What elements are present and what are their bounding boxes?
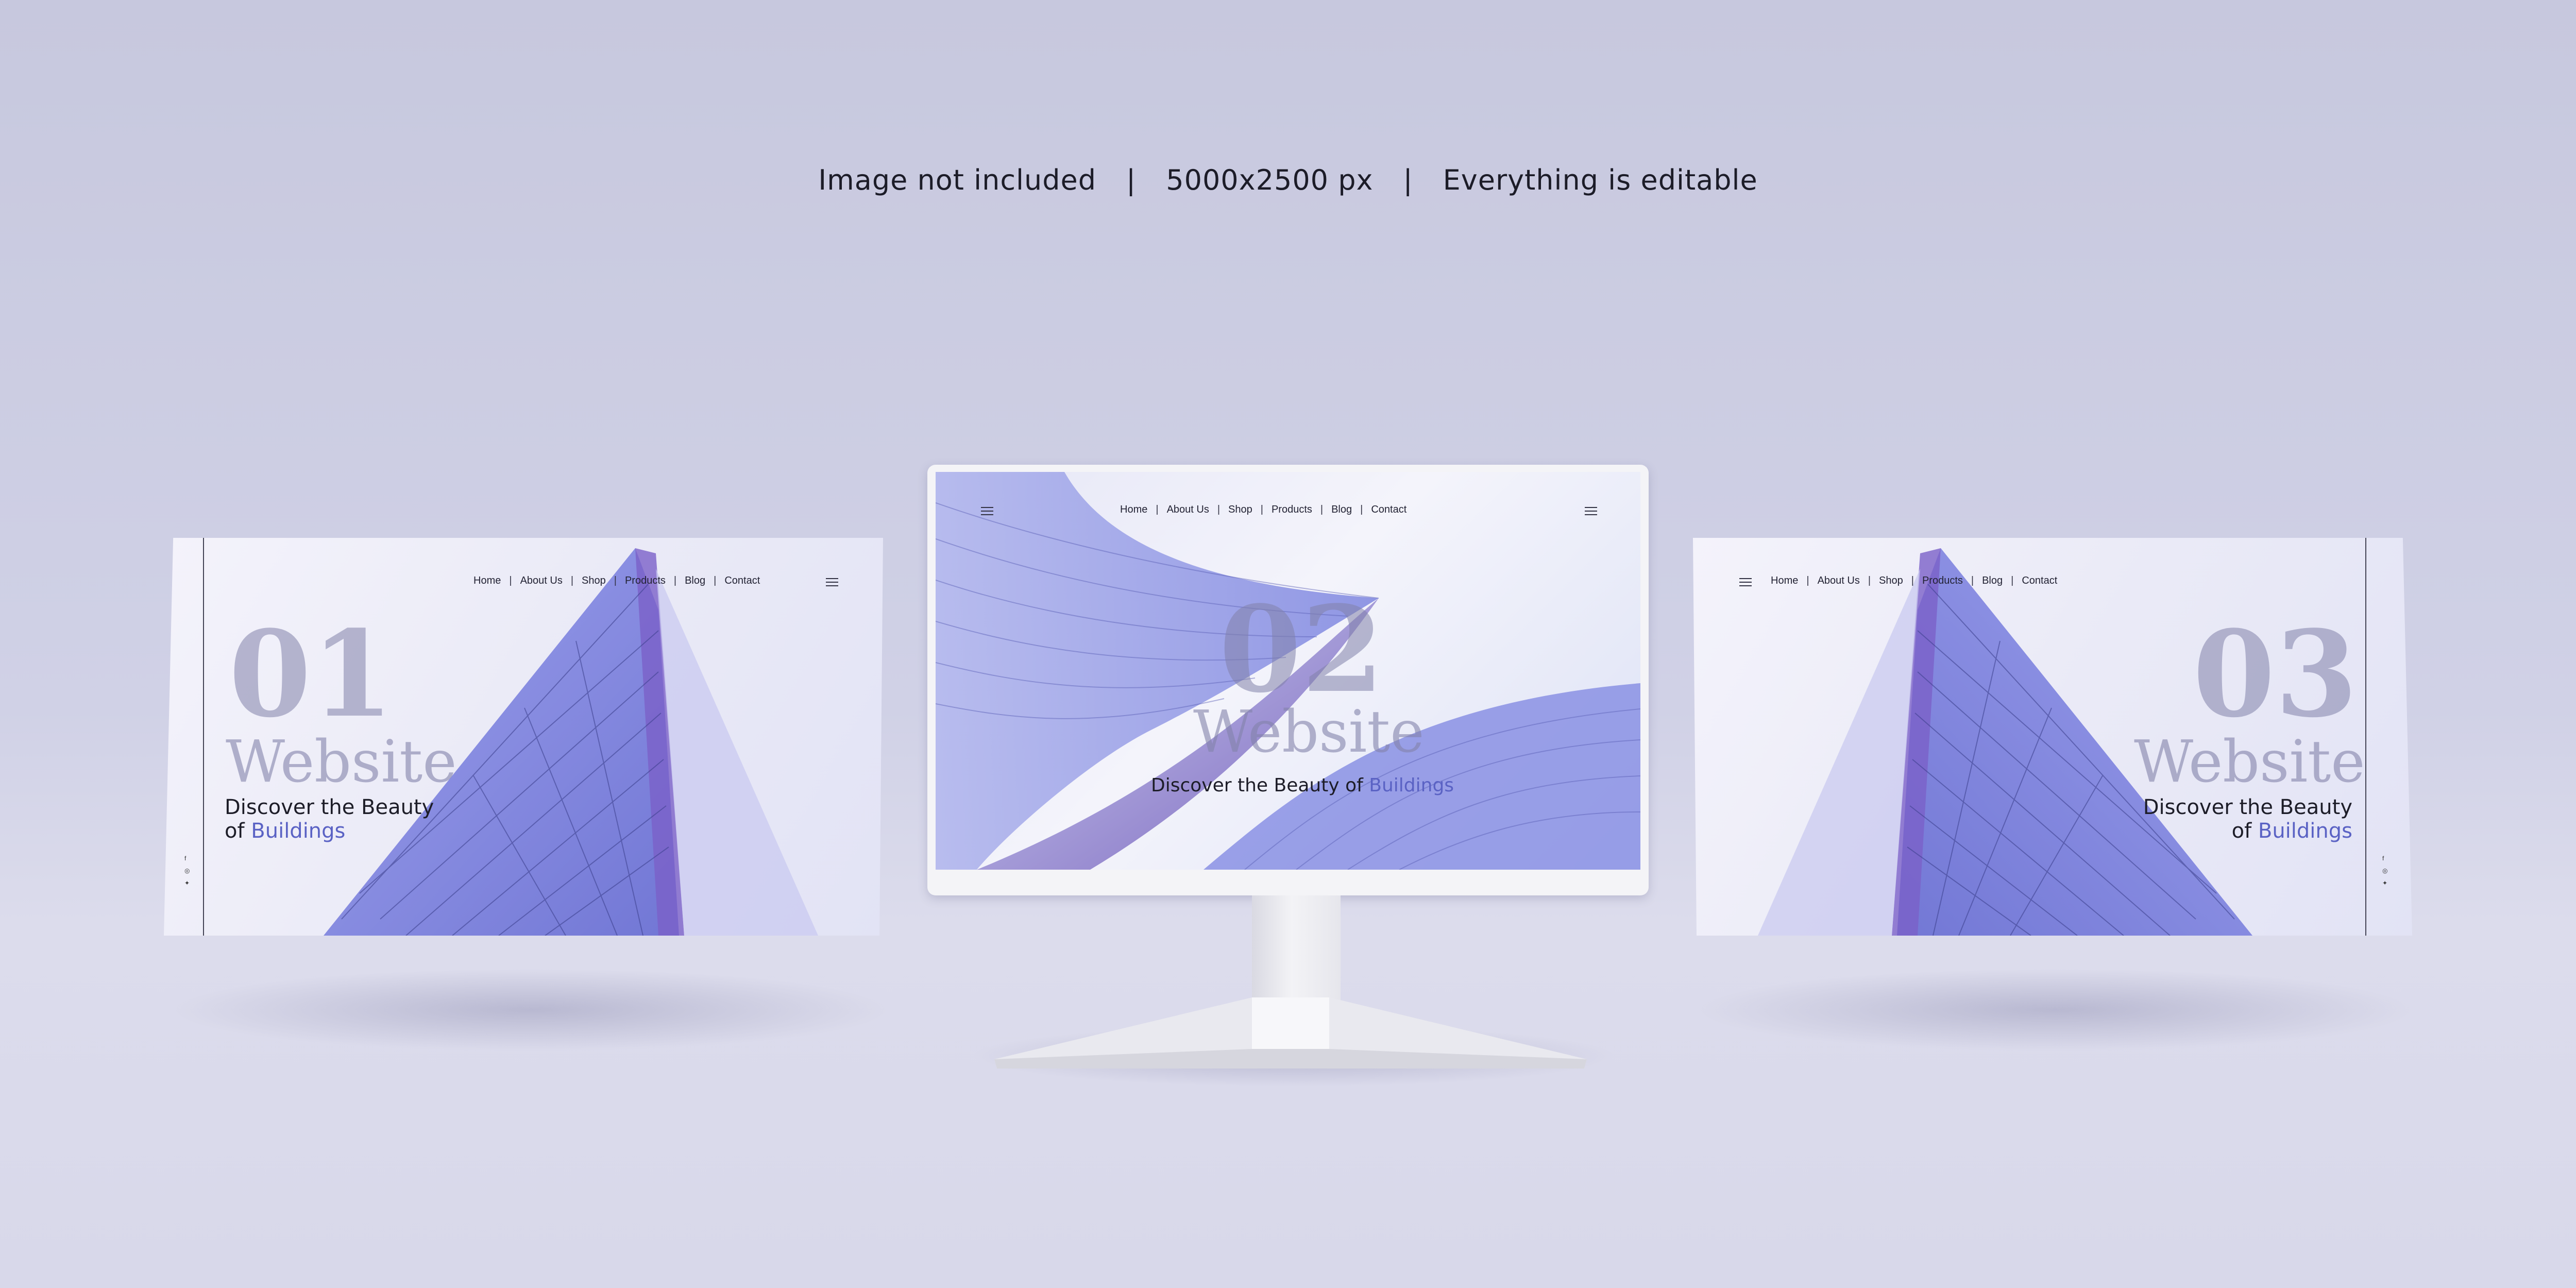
- monitor-stand-neck: [1252, 895, 1341, 1004]
- nav-products[interactable]: Products: [1263, 504, 1320, 516]
- social-icons: f ◎ ✦: [184, 852, 190, 889]
- right-vertical-rule: [2365, 538, 2366, 936]
- menu-icon[interactable]: [981, 507, 993, 515]
- menu-icon[interactable]: [1739, 578, 1752, 586]
- section-word: Website: [226, 728, 457, 795]
- tagline-accent: Buildings: [2258, 819, 2352, 843]
- nav-home[interactable]: Home: [1762, 575, 1806, 587]
- center-nav: Home | About Us | Shop | Products | Blog | Co…: [1112, 504, 1415, 516]
- right-nav: Home | About Us | Shop | Products | Blog | Co…: [1762, 575, 2065, 587]
- headline-separator: |: [1126, 164, 1137, 196]
- nav-shop[interactable]: Shop: [573, 575, 614, 587]
- nav-products[interactable]: Products: [1914, 575, 1971, 587]
- center-website-screen: Home | About Us | Shop | Products | Blog | Co…: [936, 472, 1640, 870]
- facebook-icon[interactable]: f: [184, 852, 190, 865]
- instagram-icon[interactable]: ◎: [184, 865, 190, 877]
- section-number: 01: [229, 605, 394, 744]
- facebook-icon[interactable]: f: [2382, 852, 2387, 865]
- twitter-icon[interactable]: ✦: [184, 877, 190, 889]
- section-word: Website: [2134, 728, 2365, 795]
- nav-blog[interactable]: Blog: [676, 575, 714, 587]
- menu-icon[interactable]: [826, 578, 838, 586]
- nav-shop[interactable]: Shop: [1871, 575, 1911, 587]
- instagram-icon[interactable]: ◎: [2382, 865, 2387, 877]
- section-number: 03: [2193, 605, 2358, 744]
- left-screen-shadow: [170, 969, 891, 1051]
- nav-contact[interactable]: Contact: [2013, 575, 2065, 587]
- nav-products[interactable]: Products: [617, 575, 674, 587]
- nav-blog[interactable]: Blog: [1974, 575, 2011, 587]
- social-icons: f ◎ ✦: [2382, 852, 2387, 889]
- tagline: Discover the Beauty of Buildings: [225, 795, 434, 843]
- left-nav: Home | About Us | Shop | Products | Blog | Co…: [465, 575, 768, 587]
- headline-left: Image not included: [818, 164, 1097, 196]
- twitter-icon[interactable]: ✦: [2382, 877, 2387, 889]
- tagline-accent: Buildings: [251, 819, 346, 843]
- headline-right: Everything is editable: [1443, 164, 1758, 196]
- menu-icon[interactable]: [1585, 507, 1597, 515]
- nav-contact[interactable]: Contact: [716, 575, 768, 587]
- left-vertical-rule: [203, 538, 204, 936]
- nav-about[interactable]: About Us: [512, 575, 571, 587]
- left-website-screen: f ◎ ✦ Home | About Us | Shop | Products | Bl…: [164, 538, 883, 936]
- nav-contact[interactable]: Contact: [1363, 504, 1415, 516]
- headline-middle: 5000x2500 px: [1166, 164, 1374, 196]
- right-screen-shadow: [1695, 969, 2416, 1051]
- nav-home[interactable]: Home: [465, 575, 509, 587]
- nav-blog[interactable]: Blog: [1323, 504, 1360, 516]
- tagline-accent: Buildings: [1369, 775, 1454, 796]
- tagline: Discover the Beauty of Buildings: [2143, 795, 2352, 843]
- nav-about[interactable]: About Us: [1159, 504, 1217, 516]
- nav-home[interactable]: Home: [1112, 504, 1156, 516]
- headline-separator: |: [1403, 164, 1413, 196]
- tagline: Discover the Beauty of Buildings: [1151, 775, 1454, 796]
- monitor-stand-base: [994, 997, 1587, 1069]
- nav-about[interactable]: About Us: [1809, 575, 1868, 587]
- headline: Image not included | 5000x2500 px | Everythi…: [0, 164, 2576, 196]
- nav-shop[interactable]: Shop: [1220, 504, 1261, 516]
- section-word: Website: [1193, 699, 1425, 766]
- right-website-screen: f ◎ ✦ Home | About Us | Shop | Products | Bl…: [1693, 538, 2412, 936]
